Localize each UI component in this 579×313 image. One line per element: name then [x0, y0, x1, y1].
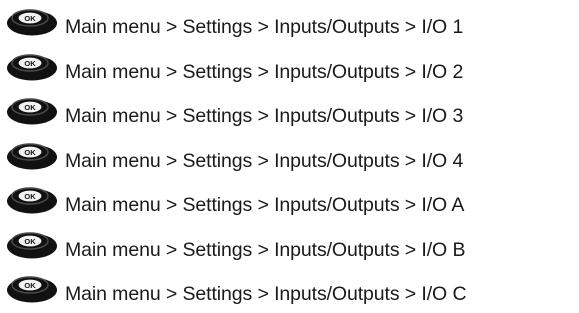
ok-button-icon: OK — [6, 97, 58, 125]
ok-button-icon: OK — [6, 142, 58, 170]
svg-text:OK: OK — [24, 59, 36, 68]
menu-path-text: Main menu > Settings > Inputs/Outputs > … — [65, 60, 464, 83]
ok-button-icon: OK — [6, 231, 58, 259]
svg-text:OK: OK — [24, 237, 36, 246]
menu-path-text: Main menu > Settings > Inputs/Outputs > … — [65, 194, 465, 216]
ok-button-icon: OK — [6, 186, 58, 214]
menu-path-row: OK Main menu > Settings > Inputs/Outputs… — [6, 223, 576, 268]
menu-path-text: Main menu > Settings > Inputs/Outputs > … — [65, 283, 467, 305]
svg-text:OK: OK — [24, 281, 36, 290]
menu-path-row: OK Main menu > Settings > Inputs/Outputs… — [6, 178, 576, 223]
menu-path-row: OK Main menu > Settings > Inputs/Outputs… — [6, 45, 576, 90]
menu-path-row: OK Main menu > Settings > Inputs/Outputs… — [6, 89, 576, 134]
ok-button-icon: OK — [6, 275, 58, 303]
menu-path-list: OK Main menu > Settings > Inputs/Outputs… — [6, 0, 576, 312]
svg-text:OK: OK — [24, 14, 36, 23]
menu-path-text: Main menu > Settings > Inputs/Outputs > … — [65, 105, 464, 127]
menu-path-row: OK Main menu > Settings > Inputs/Outputs… — [6, 134, 576, 179]
menu-path-row: OK Main menu > Settings > Inputs/Outputs… — [6, 0, 576, 45]
svg-text:OK: OK — [24, 148, 36, 157]
menu-path-text: Main menu > Settings > Inputs/Outputs > … — [65, 238, 466, 261]
svg-text:OK: OK — [24, 192, 36, 201]
ok-button-icon: OK — [6, 8, 58, 36]
svg-text:OK: OK — [24, 103, 36, 112]
menu-path-row: OK Main menu > Settings > Inputs/Outputs… — [6, 267, 576, 312]
menu-path-text: Main menu > Settings > Inputs/Outputs > … — [65, 16, 464, 38]
menu-path-text: Main menu > Settings > Inputs/Outputs > … — [65, 149, 464, 172]
ok-button-icon: OK — [6, 53, 58, 81]
